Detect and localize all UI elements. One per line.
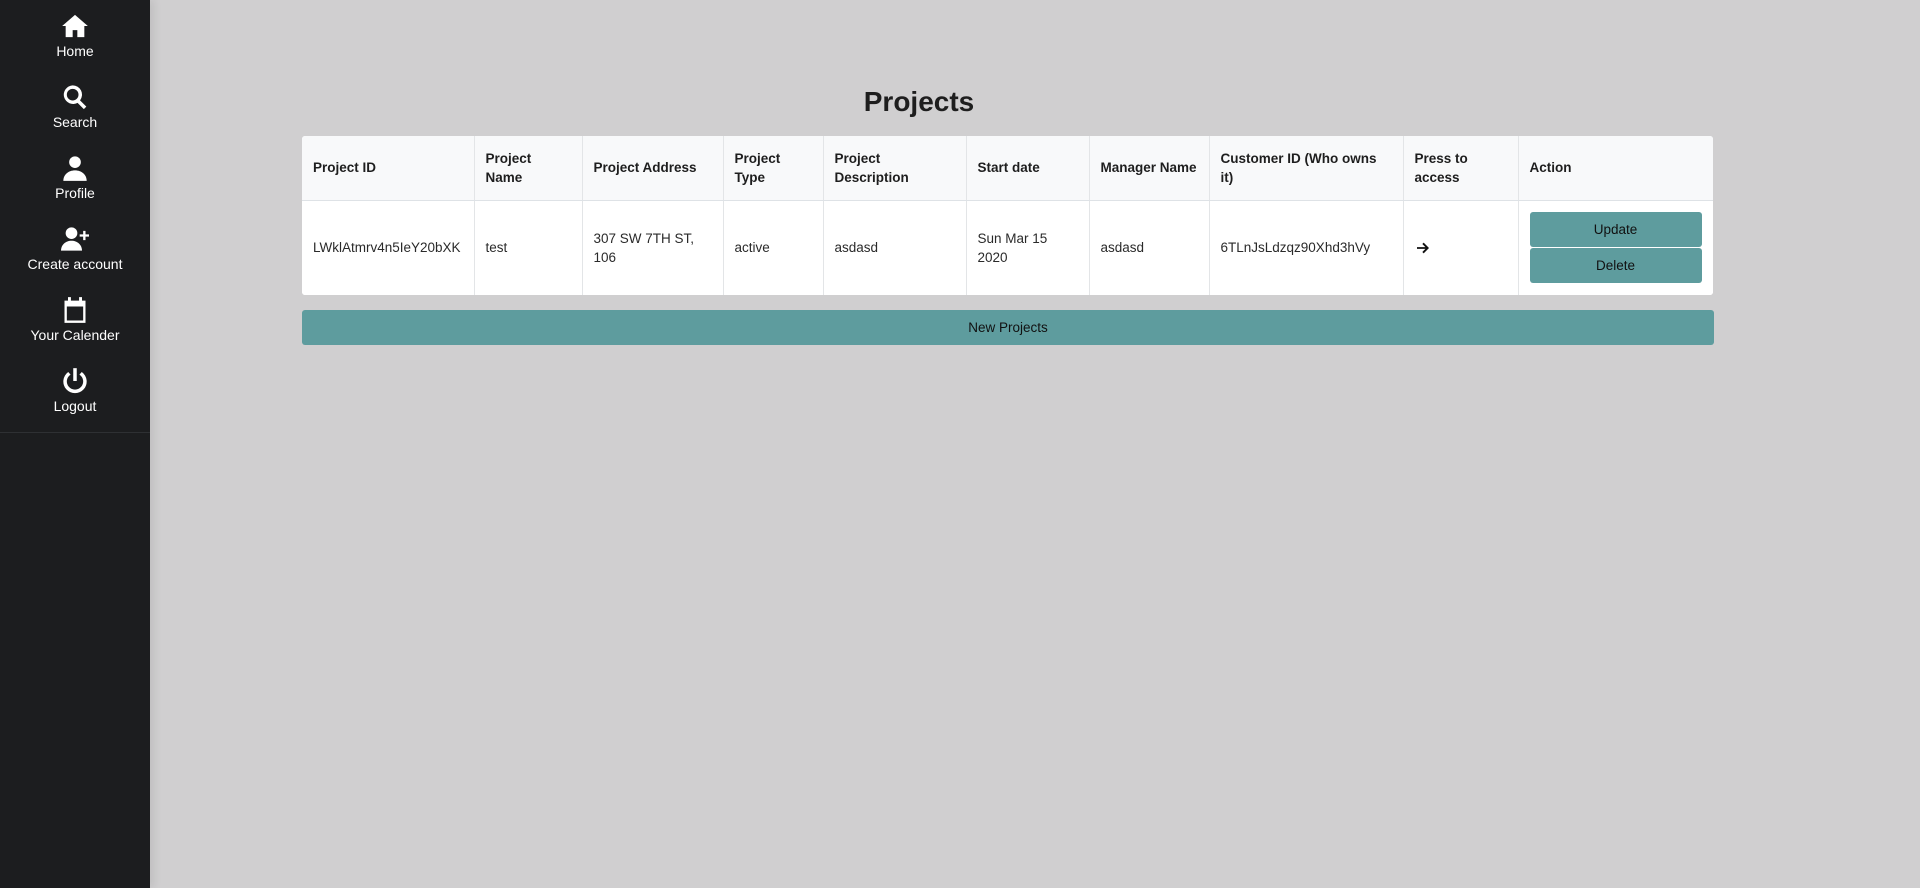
sidebar-item-create-account[interactable]: Create account [0, 213, 150, 284]
sidebar-item-calendar[interactable]: Your Calender [0, 284, 150, 355]
sidebar-item-label: Search [52, 113, 98, 130]
sidebar-item-label: Logout [53, 397, 97, 414]
projects-table: Project ID Project Name Project Address … [302, 136, 1713, 295]
table-header-row: Project ID Project Name Project Address … [302, 136, 1713, 201]
cell-customer-id: 6TLnJsLdzqz90Xhd3hVy [1209, 200, 1404, 295]
cell-project-id: LWklAtmrv4n5IeY20bXK [302, 200, 475, 295]
cell-project-description: asdasd [823, 200, 967, 295]
column-header-project-type: Project Type [723, 136, 824, 201]
cell-project-type: active [723, 200, 824, 295]
sidebar: Home Search Profile Create account Your … [0, 0, 150, 888]
arrow-right-icon[interactable] [1415, 240, 1507, 256]
page-title: Projects [863, 86, 975, 117]
main-content: Projects Project ID Project Name Project… [150, 0, 1920, 888]
sidebar-nav: Home Search Profile Create account Your … [0, 0, 150, 433]
column-header-project-address: Project Address [582, 136, 724, 201]
cell-action: Update Delete [1518, 200, 1713, 295]
column-header-project-description: Project Description [823, 136, 967, 201]
column-header-press-to-access: Press to access [1403, 136, 1519, 201]
sidebar-item-label: Your Calender [30, 326, 120, 343]
sidebar-item-label: Home [56, 42, 94, 59]
column-header-start-date: Start date [966, 136, 1090, 201]
cell-project-name: test [474, 200, 583, 295]
update-button[interactable]: Update [1529, 212, 1702, 248]
cell-project-address: 307 SW 7TH ST, 106 [582, 200, 724, 295]
sidebar-item-logout[interactable]: Logout [0, 355, 150, 426]
column-header-project-name: Project Name [474, 136, 583, 201]
sidebar-item-profile[interactable]: Profile [0, 142, 150, 213]
calendar-icon [61, 296, 89, 324]
power-icon [61, 367, 89, 395]
cell-press-to-access [1403, 200, 1519, 295]
sidebar-item-search[interactable]: Search [0, 71, 150, 142]
cell-start-date: Sun Mar 15 2020 [966, 200, 1090, 295]
user-plus-icon [61, 225, 89, 253]
home-icon [61, 12, 89, 40]
sidebar-item-label: Create account [27, 255, 123, 272]
delete-button[interactable]: Delete [1529, 248, 1702, 284]
table-row: LWklAtmrv4n5IeY20bXK test 307 SW 7TH ST,… [302, 200, 1713, 295]
column-header-manager-name: Manager Name [1089, 136, 1210, 201]
column-header-customer-id: Customer ID (Who owns it) [1209, 136, 1404, 201]
sidebar-item-label: Profile [55, 184, 95, 201]
column-header-action: Action [1518, 136, 1713, 201]
cell-manager-name: asdasd [1089, 200, 1210, 295]
new-projects-button[interactable]: New Projects [302, 310, 1714, 345]
column-header-project-id: Project ID [302, 136, 475, 201]
search-icon [61, 83, 89, 111]
user-icon [61, 154, 89, 182]
sidebar-item-home[interactable]: Home [0, 0, 150, 71]
